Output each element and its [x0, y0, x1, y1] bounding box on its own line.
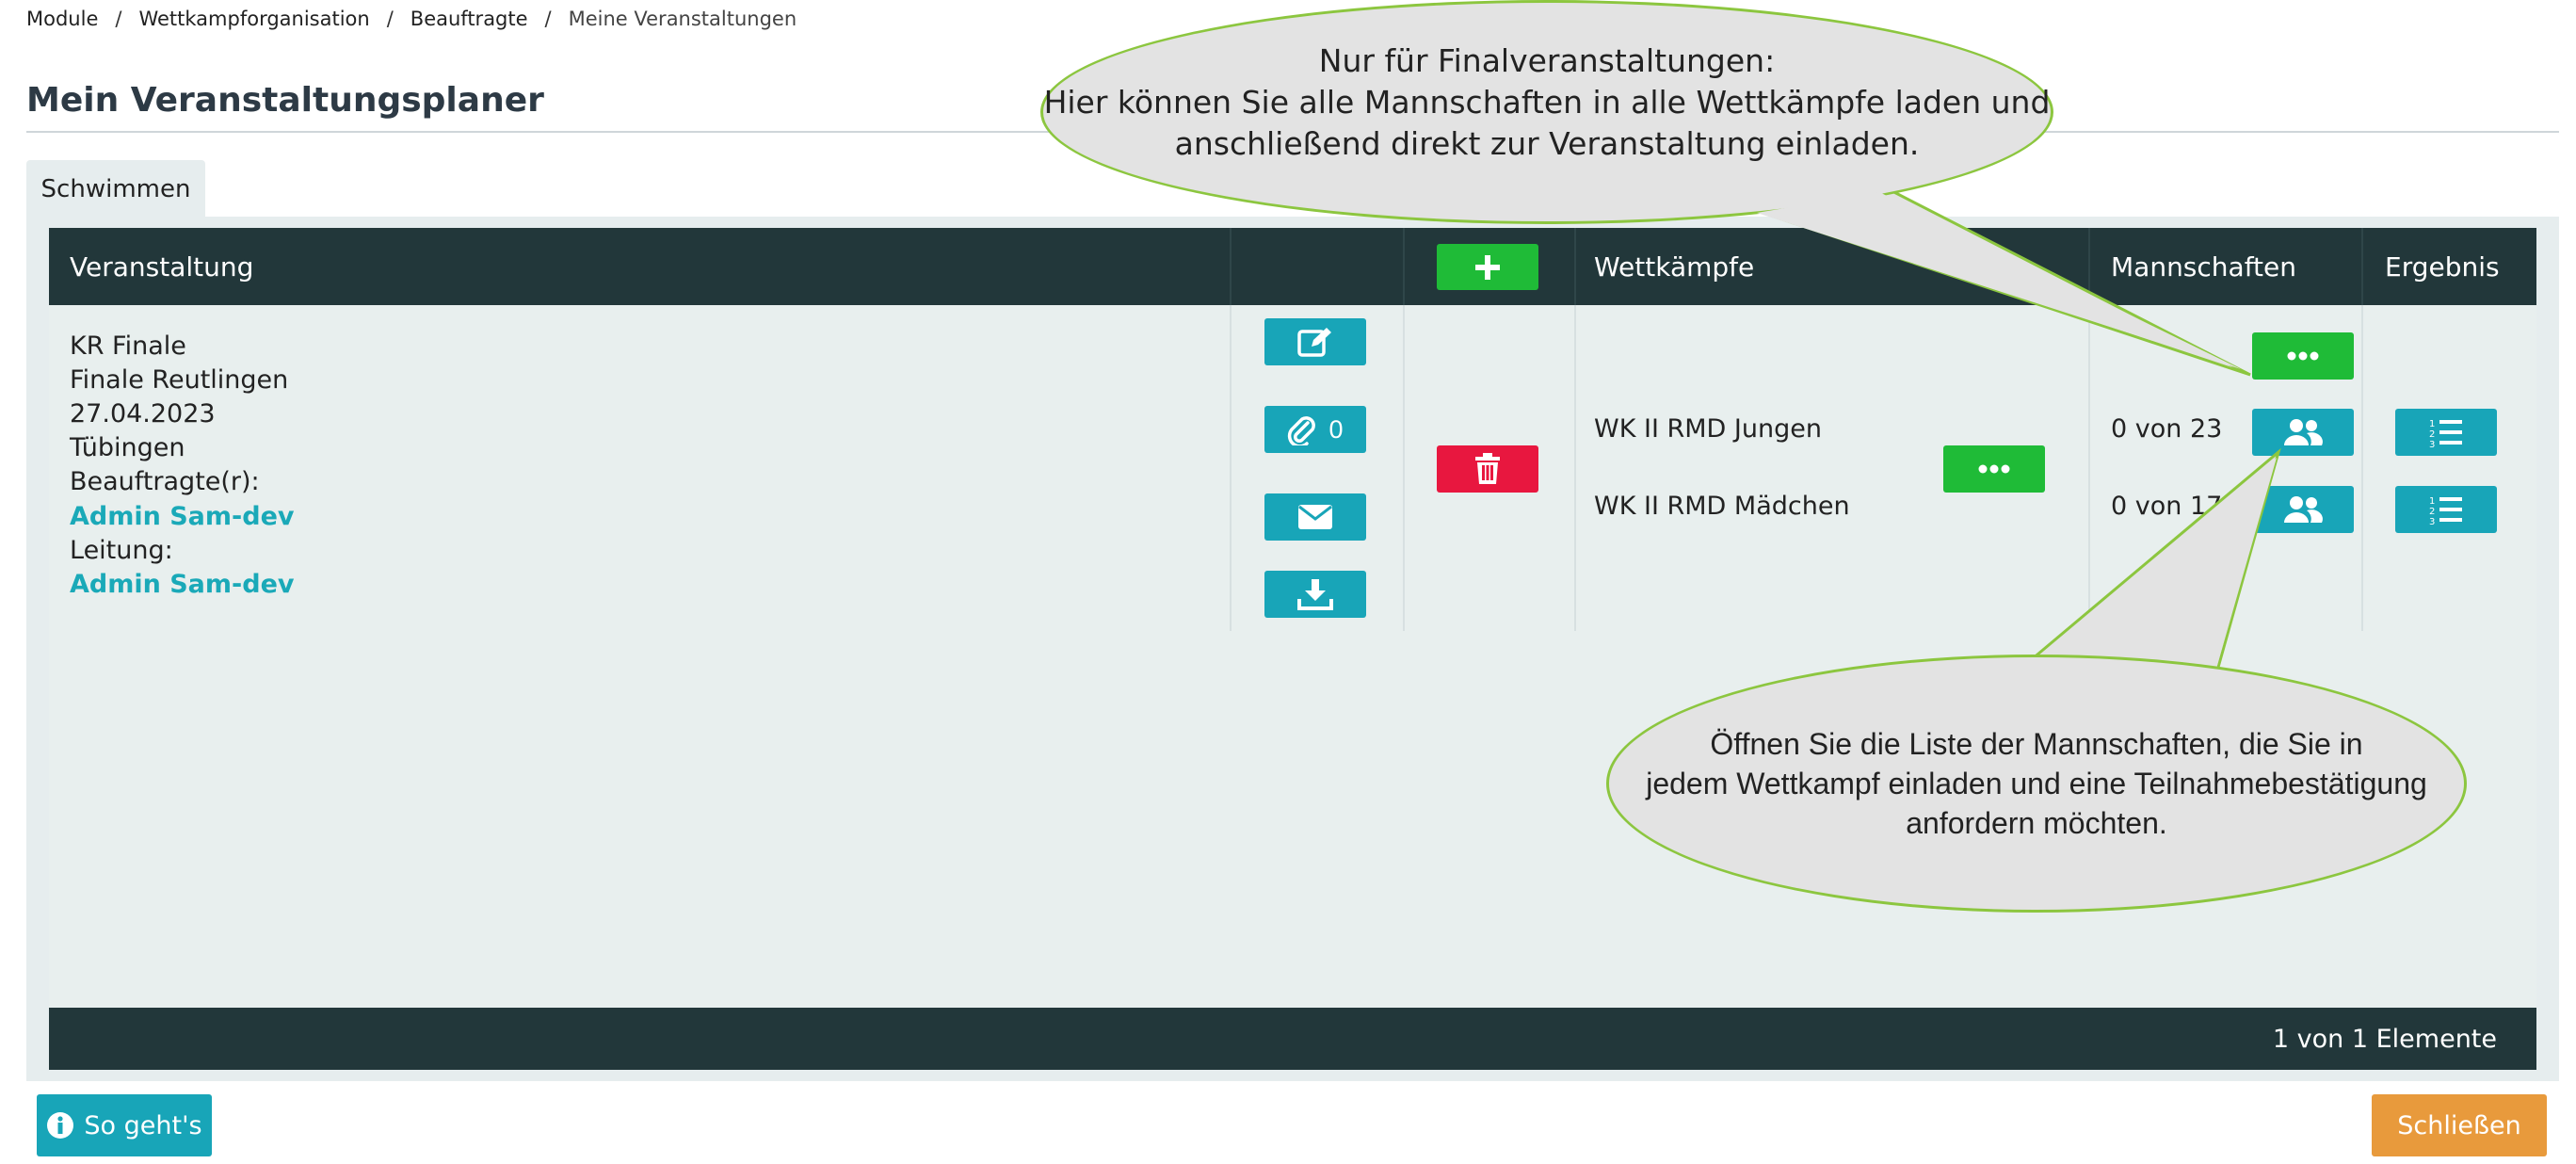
callout-line: Öffnen Sie die Liste der Mannschaften, d… [1710, 727, 2363, 761]
callout-line: anfordern möchten. [1906, 806, 2167, 840]
callout-pointer-fill [1757, 192, 2241, 369]
callout-pointer-masks [1757, 192, 2277, 675]
callout-line: jedem Wettkampf einladen und eine Teilna… [1646, 767, 2427, 800]
callout-bubble-team-list: Öffnen Sie die Liste der Mannschaften, d… [1606, 655, 2467, 913]
callout-pointer-fill [2036, 458, 2277, 675]
